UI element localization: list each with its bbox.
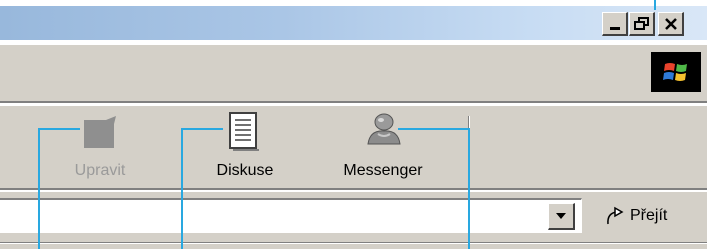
discuss-button[interactable]: Diskuse: [190, 106, 300, 186]
callout-discuss-horizontal: [181, 128, 223, 130]
callout-edit-horizontal: [38, 128, 80, 130]
messenger-user-icon: [367, 113, 401, 145]
close-button[interactable]: [658, 12, 684, 36]
go-arrow-icon: [607, 206, 624, 225]
close-icon: [664, 17, 677, 30]
minimize-button[interactable]: [602, 12, 628, 36]
callout-discuss-vertical: [181, 128, 183, 249]
callout-messenger-horizontal: [398, 128, 470, 130]
edit-label: Upravit: [74, 162, 126, 179]
edit-button[interactable]: Upravit: [50, 106, 150, 186]
minimize-icon: [609, 27, 620, 30]
restore-button[interactable]: [629, 12, 655, 36]
document-icon: [229, 112, 259, 151]
go-button[interactable]: Přejít: [604, 200, 702, 232]
messenger-button[interactable]: Messenger: [318, 106, 448, 186]
edit-icon: [84, 116, 116, 148]
callout-edit-vertical: [38, 128, 40, 249]
standard-toolbar: Upravit Diskuse Messenger: [0, 105, 707, 190]
callout-line-top: [654, 0, 656, 10]
messenger-label: Messenger: [343, 162, 423, 179]
address-bottom-border: [0, 242, 707, 244]
window-titlebar: [0, 6, 707, 40]
chevron-down-icon: [556, 213, 566, 219]
address-bar: Přejít: [0, 192, 707, 249]
windows-flag-icon: [651, 52, 701, 92]
address-input[interactable]: [0, 198, 582, 233]
callout-messenger-vertical: [468, 128, 470, 249]
address-dropdown-button[interactable]: [548, 203, 575, 230]
go-label: Přejít: [630, 207, 668, 224]
discuss-label: Diskuse: [216, 162, 274, 179]
menu-bar: [0, 43, 707, 103]
restore-icon: [633, 16, 649, 30]
